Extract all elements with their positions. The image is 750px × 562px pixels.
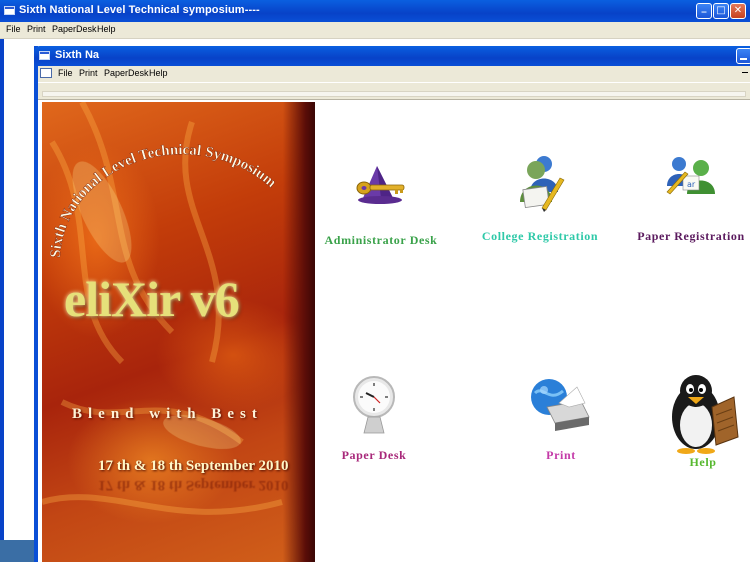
symposium-banner: Sixth National Level Technical Symposium…	[42, 102, 315, 562]
clock-icon[interactable]	[342, 373, 406, 437]
tile-help[interactable]: Help	[628, 371, 750, 470]
document-icon[interactable]	[40, 68, 52, 78]
toolstrip	[38, 82, 750, 100]
maximize-button[interactable]: □	[713, 3, 729, 19]
menu-print[interactable]: Print	[27, 24, 46, 34]
svg-text:ar: ar	[687, 180, 696, 189]
inner-menu-help[interactable]: Help	[149, 68, 168, 78]
banner-flame-art: Sixth National Level Technical Symposium	[42, 102, 283, 515]
outer-titlebar[interactable]: Sixth National Level Technical symposium…	[0, 0, 750, 22]
maximize-icon: □	[716, 5, 726, 16]
menu-help[interactable]: Help	[97, 24, 116, 34]
menu-file[interactable]: File	[6, 24, 21, 34]
outer-window-title: Sixth National Level Technical symposium…	[19, 4, 260, 16]
help-label[interactable]: Help	[628, 455, 750, 470]
minimize-icon: _	[701, 2, 707, 13]
tile-paper-registration[interactable]: ar Paper Registration	[616, 152, 750, 244]
banner-tagline: Blend with Best	[72, 406, 263, 422]
tile-paper-desk[interactable]: Paper Desk	[299, 373, 449, 463]
tile-college-registration[interactable]: College Registration	[465, 152, 615, 244]
tile-print[interactable]: Print	[486, 373, 636, 463]
tile-administrator-desk[interactable]: Administrator Desk	[306, 156, 456, 248]
college-registration-label[interactable]: College Registration	[465, 229, 615, 244]
minimize-button[interactable]: _	[696, 2, 712, 19]
inner-titlebar[interactable]: Sixth Na	[34, 46, 750, 66]
banner-date: 17 th & 18 th September 2010	[98, 458, 289, 474]
inner-menu-print[interactable]: Print	[79, 68, 98, 78]
close-button[interactable]: ✕	[730, 3, 746, 19]
printer-icon[interactable]	[529, 373, 593, 437]
users-group-icon[interactable]: ar	[659, 152, 723, 216]
inner-window: Sixth Na File Print PaperDesk Help Sixth…	[34, 46, 750, 562]
mdi-restore-dash[interactable]	[742, 72, 748, 73]
inner-window-title: Sixth Na	[55, 49, 100, 61]
user-edit-icon[interactable]	[508, 152, 572, 216]
banner-date-reflection: 17 th & 18 th September 2010	[98, 477, 289, 493]
paper-registration-label[interactable]: Paper Registration	[616, 229, 750, 244]
inner-menu-file[interactable]: File	[58, 68, 73, 78]
close-icon: ✕	[733, 5, 743, 16]
menu-paperdesk[interactable]: PaperDesk	[52, 24, 97, 34]
print-label[interactable]: Print	[486, 448, 636, 463]
elixir-logo: eliXir v6	[64, 271, 240, 327]
app-window-icon[interactable]	[4, 6, 15, 15]
penguin-icon[interactable]	[666, 371, 740, 455]
inner-minimize-button[interactable]	[736, 48, 750, 64]
administrator-desk-label[interactable]: Administrator Desk	[306, 233, 456, 248]
inner-menubar: File Print PaperDesk Help	[38, 66, 750, 82]
outer-menubar: File Print PaperDesk Help	[0, 22, 750, 39]
admin-key-icon[interactable]	[349, 156, 413, 220]
inner-menu-paperdesk[interactable]: PaperDesk	[104, 68, 149, 78]
paper-desk-label[interactable]: Paper Desk	[299, 448, 449, 463]
child-window-icon[interactable]	[39, 51, 50, 60]
